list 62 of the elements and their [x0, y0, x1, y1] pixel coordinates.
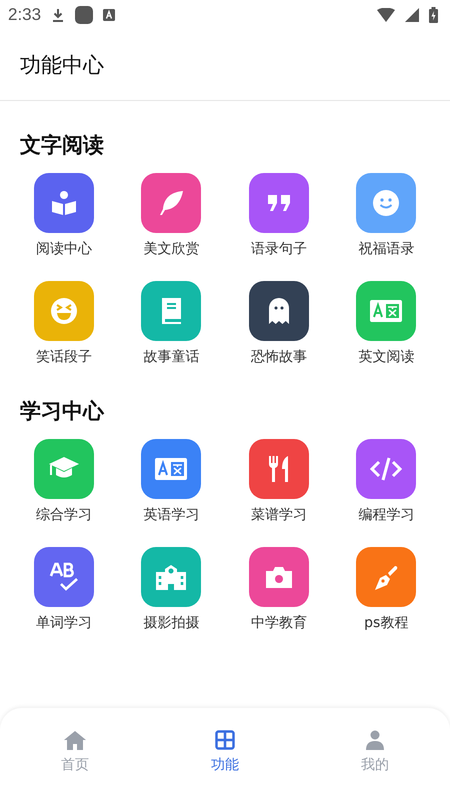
feature-label: 恐怖故事	[250, 348, 307, 367]
download-icon	[51, 8, 66, 22]
feature-label: 美文欣赏	[143, 240, 200, 259]
wifi-icon	[377, 8, 395, 22]
feature-label: 语录句子	[250, 240, 307, 259]
school-building-icon	[155, 564, 188, 590]
grid-icon	[215, 730, 235, 750]
feature-tile[interactable]	[141, 281, 202, 341]
feature-tile[interactable]	[356, 439, 416, 499]
nav-tab[interactable]: 功能	[150, 708, 300, 800]
signal-icon	[405, 8, 419, 22]
feature-tile[interactable]	[356, 547, 416, 607]
feature-label: 笑话段子	[36, 348, 92, 367]
book-icon	[159, 297, 184, 325]
smiley-icon	[372, 189, 400, 217]
quote-icon	[266, 194, 291, 212]
reading-icon	[50, 189, 78, 217]
translate-icon	[155, 458, 188, 480]
section-title: 学习中心	[20, 398, 106, 425]
feature-tile[interactable]	[34, 547, 94, 607]
feature-label: 英文阅读	[358, 348, 414, 367]
feather-icon	[157, 189, 186, 217]
spelling-check-icon	[48, 562, 79, 592]
feature-label: 中学教育	[250, 614, 307, 633]
feature-label: 阅读中心	[36, 240, 92, 259]
feature-tile[interactable]	[248, 439, 309, 499]
feature-label: ps教程	[364, 614, 408, 633]
feature-tile[interactable]	[141, 173, 202, 233]
feature-label: 英语学习	[143, 506, 200, 525]
feature-tile[interactable]	[248, 281, 309, 341]
person-icon	[365, 730, 385, 750]
page-title: 功能中心	[20, 52, 104, 79]
feature-label: 故事童话	[143, 348, 200, 367]
feature-label: 摄影拍摄	[143, 614, 200, 633]
fork-knife-icon	[266, 455, 291, 483]
laughing-face-icon	[50, 297, 78, 325]
feature-label: 单词学习	[36, 614, 92, 633]
feature-tile[interactable]	[34, 281, 94, 341]
feature-label: 菜谱学习	[250, 506, 307, 525]
feature-tile[interactable]	[141, 547, 202, 607]
battery-icon	[429, 7, 438, 23]
section-title: 文字阅读	[20, 132, 105, 159]
nav-tab[interactable]: 我的	[300, 708, 450, 800]
camera-icon	[264, 565, 293, 589]
feature-tile[interactable]	[356, 173, 416, 233]
translate-icon	[370, 300, 402, 322]
feature-label: 编程学习	[358, 506, 414, 525]
feature-tile[interactable]	[34, 439, 94, 499]
feature-tile[interactable]	[34, 173, 94, 233]
home-icon	[64, 730, 86, 750]
feature-label: 祝福语录	[358, 240, 414, 259]
status-time: 2:33	[8, 5, 42, 25]
feature-tile[interactable]	[248, 173, 309, 233]
feature-tile[interactable]	[141, 439, 202, 499]
feature-label: 综合学习	[36, 506, 92, 525]
notification-icon	[103, 9, 116, 21]
code-icon	[370, 457, 402, 481]
app-notification-icon	[75, 6, 94, 24]
ghost-icon	[268, 297, 290, 325]
nav-tab[interactable]: 首页	[0, 708, 150, 800]
feature-tile[interactable]	[248, 547, 309, 607]
feature-tile[interactable]	[356, 281, 416, 341]
